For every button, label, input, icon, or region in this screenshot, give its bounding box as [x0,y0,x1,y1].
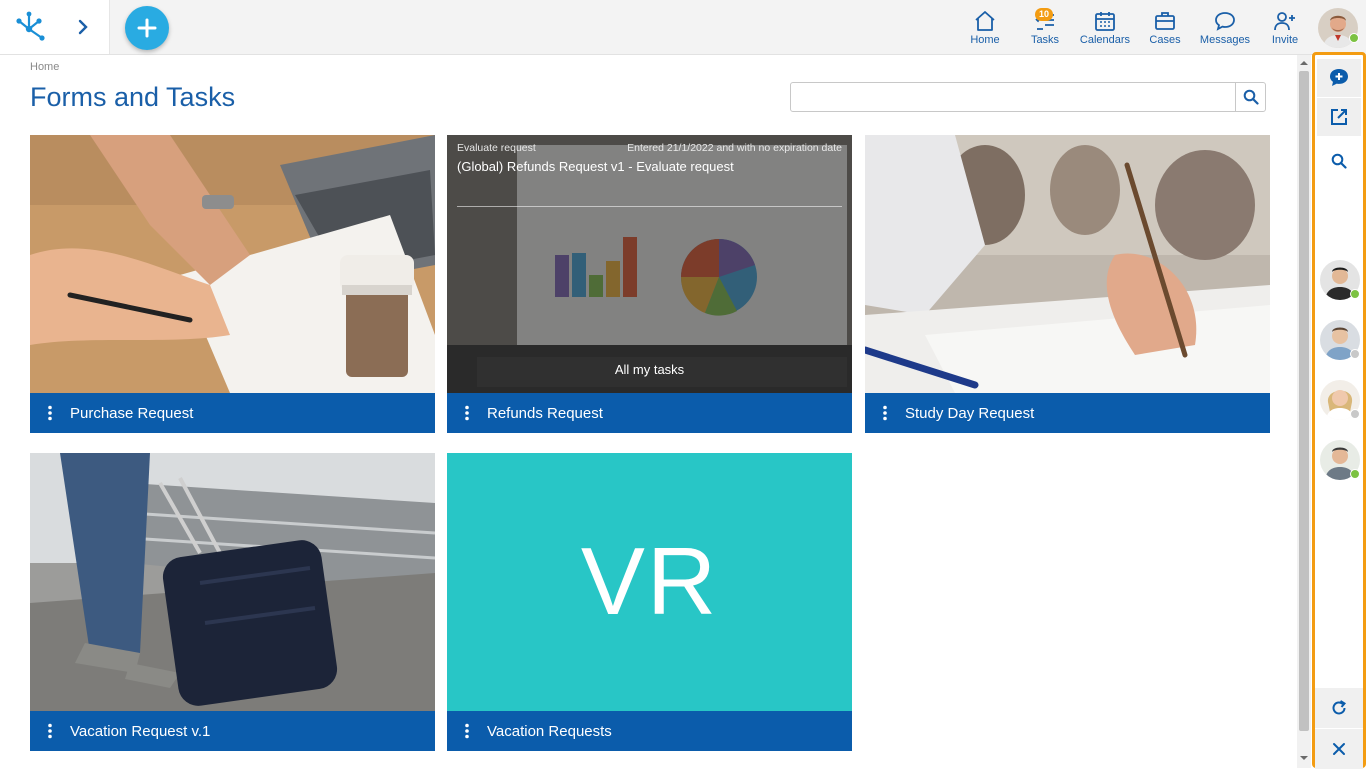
nav-home[interactable]: Home [955,0,1015,54]
main-nav: Home 10 Tasks Calendars Cases Messages I… [955,0,1315,54]
expand-menu-chevron-icon[interactable] [76,17,90,37]
card-menu-button[interactable] [447,723,487,739]
task-divider [457,206,842,207]
card-bar: Purchase Request [30,393,435,433]
user-status-online-dot [1349,33,1359,43]
open-external-icon [1331,109,1347,125]
refresh-button[interactable] [1315,688,1363,728]
card-bar: Vacation Request v.1 [30,711,435,751]
search-icon [1243,89,1259,105]
form-card-purchase-request[interactable]: Purchase Request [30,135,435,433]
pending-task-overlay[interactable]: Evaluate request Entered 21/1/2022 and w… [447,135,852,393]
more-vertical-icon [465,723,469,739]
card-title: Vacation Request v.1 [70,722,211,740]
nav-messages[interactable]: Messages [1195,0,1255,54]
top-bar: Home 10 Tasks Calendars Cases Messages I… [0,0,1366,55]
message-icon [1215,12,1235,31]
nav-tasks[interactable]: 10 Tasks [1015,0,1075,54]
nav-calendars-label: Calendars [1079,34,1131,46]
task-name-link[interactable]: (Global) Refunds Request v1 - Evaluate r… [457,159,734,174]
suitcase-travel-photo [30,453,435,711]
card-title: Study Day Request [905,404,1035,422]
refresh-icon [1332,700,1347,715]
card-bar: Refunds Request [447,393,852,433]
card-title: Purchase Request [70,404,194,422]
search-input[interactable] [791,83,1237,111]
card-menu-button[interactable] [30,405,70,421]
nav-tasks-label: Tasks [1030,34,1060,46]
calendar-icon [1095,12,1115,31]
more-vertical-icon [48,723,52,739]
scrollbar-thumb[interactable] [1299,71,1309,731]
more-vertical-icon [48,405,52,421]
desk-coffee-photo [30,135,435,393]
brand-area [0,0,110,54]
nav-cases[interactable]: Cases [1135,0,1195,54]
search-button[interactable] [1235,83,1265,111]
tasks-count-badge: 10 [1035,8,1054,21]
main-scrollbar[interactable] [1297,55,1311,768]
card-initials: VR [580,528,719,635]
home-icon [975,11,995,31]
form-card-vacation-request-v1[interactable]: Vacation Request v.1 [30,453,435,751]
contact-status-offline-dot [1350,409,1360,419]
scroll-up-arrow-icon[interactable] [1297,57,1311,69]
page-title: Forms and Tasks [30,82,236,112]
search-contacts-button[interactable] [1317,142,1361,180]
close-panel-button[interactable] [1315,729,1363,769]
card-title: Refunds Request [487,404,603,422]
card-menu-button[interactable] [865,405,905,421]
new-chat-button[interactable] [1317,59,1361,97]
create-new-button[interactable] [125,6,169,50]
app-logo-icon[interactable] [12,9,48,45]
task-entered-date: Entered 21/1/2022 and with no expiration… [627,142,842,154]
card-bar: Study Day Request [865,393,1270,433]
open-external-button[interactable] [1317,98,1361,136]
contact-status-offline-dot [1350,349,1360,359]
nav-messages-label: Messages [1199,34,1251,46]
more-vertical-icon [465,405,469,421]
nav-invite-label: Invite [1271,34,1299,46]
search-box [790,82,1266,112]
invite-user-icon [1274,12,1295,31]
scroll-down-arrow-icon[interactable] [1297,752,1311,764]
contact-status-online-dot [1350,469,1360,479]
card-menu-button[interactable] [30,723,70,739]
form-card-refunds-request[interactable]: Evaluate request Entered 21/1/2022 and w… [447,135,852,433]
form-card-vacation-requests[interactable]: VR Vacation Requests [447,453,852,751]
chat-side-panel [1312,52,1366,769]
form-card-study-day-request[interactable]: Study Day Request [865,135,1270,433]
close-icon [1333,743,1345,755]
briefcase-icon [1155,12,1175,30]
breadcrumb[interactable]: Home [30,61,59,73]
nav-home-label: Home [970,34,1000,46]
more-vertical-icon [883,405,887,421]
plus-icon [137,18,157,38]
search-icon [1331,153,1347,169]
nav-calendars[interactable]: Calendars [1075,0,1135,54]
nav-invite[interactable]: Invite [1255,0,1315,54]
card-title: Vacation Requests [487,722,612,740]
exam-writing-photo [865,135,1270,393]
all-my-tasks-link[interactable]: All my tasks [447,362,852,377]
new-chat-icon [1330,69,1348,86]
card-menu-button[interactable] [447,405,487,421]
nav-cases-label: Cases [1149,34,1181,46]
contact-status-online-dot [1350,289,1360,299]
task-type: Evaluate request [457,142,536,154]
card-bar: Vacation Requests [447,711,852,751]
